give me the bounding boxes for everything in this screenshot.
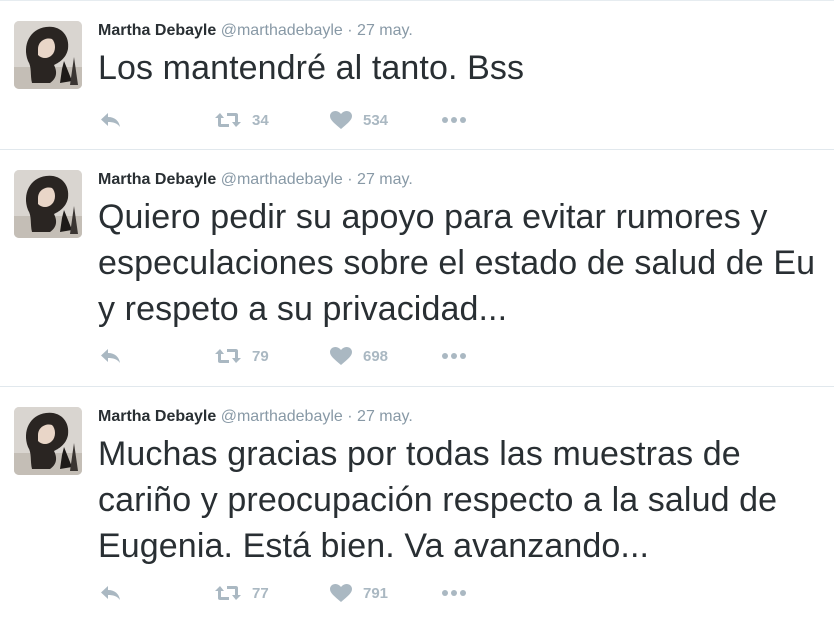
like-count: 698 (363, 347, 389, 365)
reply-icon (101, 113, 120, 127)
more-button[interactable] (440, 108, 468, 132)
retweet-icon (215, 113, 241, 127)
author-handle[interactable]: @marthadebayle (221, 408, 343, 425)
author-handle[interactable]: @marthadebayle (221, 22, 343, 39)
heart-icon (330, 347, 352, 365)
reply-icon (101, 586, 120, 600)
reply-button[interactable] (98, 581, 122, 605)
author-name[interactable]: Martha Debayle (98, 408, 216, 425)
tweet-text: Los mantendré al tanto. Bss (98, 49, 525, 87)
retweet-count: 79 (252, 347, 269, 365)
retweet-button[interactable]: 34 (214, 108, 269, 132)
tweet-header: Martha Debayle @marthadebayle · 27 may. (98, 170, 413, 190)
separator-dot: · (347, 171, 353, 188)
tweet-timeline: Martha Debayle @marthadebayle · 27 may. … (0, 0, 834, 621)
like-count: 791 (363, 584, 389, 602)
more-button[interactable] (440, 581, 468, 605)
avatar[interactable] (14, 170, 82, 238)
like-count: 534 (363, 111, 389, 129)
tweet[interactable]: Martha Debayle @marthadebayle · 27 may. … (0, 1, 834, 150)
heart-icon (330, 111, 352, 129)
tweet-date[interactable]: 27 may. (357, 171, 413, 188)
author-handle[interactable]: @marthadebayle (221, 171, 343, 188)
tweet-header: Martha Debayle @marthadebayle · 27 may. (98, 407, 413, 427)
tweet-actions: 79 698 (98, 344, 498, 368)
tweet-actions: 77 791 (98, 581, 498, 605)
avatar-photo-icon (14, 21, 82, 89)
tweet-text: Muchas gracias por todas las muestras de… (98, 435, 778, 565)
avatar-photo-icon (14, 407, 82, 475)
retweet-count: 34 (252, 111, 269, 129)
tweet-header: Martha Debayle @marthadebayle · 27 may. (98, 21, 413, 41)
more-dots-icon (442, 117, 466, 123)
retweet-count: 77 (252, 584, 269, 602)
author-name[interactable]: Martha Debayle (98, 22, 216, 39)
tweet-date[interactable]: 27 may. (357, 22, 413, 39)
like-button[interactable]: 791 (329, 581, 388, 605)
avatar[interactable] (14, 407, 82, 475)
retweet-button[interactable]: 77 (214, 581, 269, 605)
retweet-button[interactable]: 79 (214, 344, 269, 368)
avatar[interactable] (14, 21, 82, 89)
tweet-date[interactable]: 27 may. (357, 408, 413, 425)
avatar-photo-icon (14, 170, 82, 238)
more-button[interactable] (440, 344, 468, 368)
retweet-icon (215, 349, 241, 363)
tweet-text: Quiero pedir su apoyo para evitar rumore… (98, 198, 816, 328)
reply-icon (101, 349, 120, 363)
author-name[interactable]: Martha Debayle (98, 171, 216, 188)
tweet-actions: 34 534 (98, 108, 498, 132)
like-button[interactable]: 534 (329, 108, 388, 132)
reply-button[interactable] (98, 108, 122, 132)
separator-dot: · (347, 408, 353, 425)
tweet[interactable]: Martha Debayle @marthadebayle · 27 may. … (0, 150, 834, 387)
more-dots-icon (442, 353, 466, 359)
tweet[interactable]: Martha Debayle @marthadebayle · 27 may. … (0, 387, 834, 621)
retweet-icon (215, 586, 241, 600)
heart-icon (330, 584, 352, 602)
more-dots-icon (442, 590, 466, 596)
like-button[interactable]: 698 (329, 344, 388, 368)
reply-button[interactable] (98, 344, 122, 368)
separator-dot: · (347, 22, 353, 39)
